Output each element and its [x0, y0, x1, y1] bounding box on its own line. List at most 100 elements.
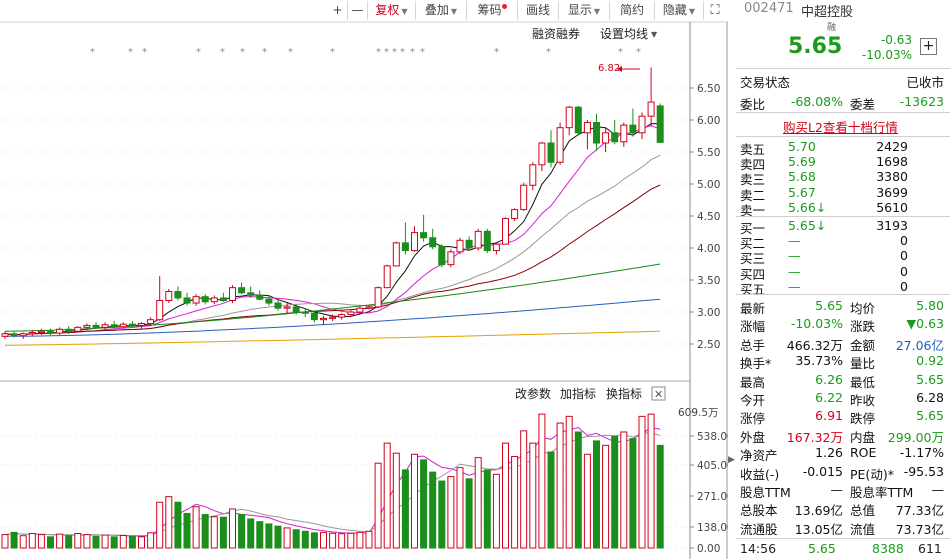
- add-watchlist-button[interactable]: +: [920, 38, 937, 55]
- event-marker-icon[interactable]: *: [546, 47, 551, 58]
- set-ma-button[interactable]: 设置均线: [600, 27, 648, 41]
- bid-level-5-volume: 0: [900, 278, 908, 294]
- volume-tick-label: 0.00: [697, 543, 720, 555]
- volume-bar: [547, 451, 555, 549]
- candle-body: [101, 324, 109, 328]
- candle-body: [156, 299, 164, 321]
- price-tick-label: 2.50: [697, 339, 720, 351]
- ask-level-3-volume: 3380: [876, 169, 908, 185]
- volume-bar: [338, 533, 346, 549]
- event-marker-icon[interactable]: *: [636, 47, 641, 58]
- volume-bar: [401, 469, 409, 549]
- candle-body: [374, 287, 382, 308]
- candle-body: [56, 328, 64, 334]
- stat-value: 1.26: [815, 445, 843, 461]
- price-tick-label: 3.00: [697, 307, 720, 319]
- event-marker-icon[interactable]: *: [376, 47, 381, 58]
- collapse-arrow-icon[interactable]: ▶: [728, 455, 736, 475]
- candle-body: [256, 294, 264, 300]
- volume-bar: [638, 415, 646, 549]
- candle-body: [383, 265, 391, 289]
- stat-label: 量比: [850, 356, 876, 372]
- stat-label: 涨幅: [740, 319, 766, 335]
- candle-body: [347, 311, 355, 316]
- ma-line-60: [4, 263, 661, 332]
- event-marker-icon[interactable]: *: [240, 47, 245, 58]
- event-marker-icon[interactable]: *: [330, 47, 335, 58]
- l2-upgrade-link[interactable]: 购买L2查看十档行情: [783, 117, 898, 136]
- price-change: -0.63: [880, 33, 912, 47]
- volume-tick-label: 271.00: [697, 491, 728, 503]
- stat-value: -0.015: [802, 463, 843, 479]
- stat-label: 最新: [740, 301, 766, 316]
- volume-bar: [174, 501, 182, 549]
- volume-bar: [274, 525, 282, 549]
- edit-params-button[interactable]: 改参数: [515, 386, 551, 401]
- volume-tick-label: 609.5万: [678, 407, 719, 419]
- close-icon: ✕: [654, 388, 663, 401]
- event-marker-icon[interactable]: *: [196, 47, 201, 58]
- volume-bar: [310, 532, 318, 549]
- volume-bar: [56, 533, 64, 549]
- candle-body: [474, 230, 482, 249]
- event-marker-icon[interactable]: *: [494, 47, 499, 58]
- candle-body: [420, 232, 428, 239]
- add-indicator-button[interactable]: 加指标: [560, 386, 596, 401]
- high-marker: 6.82: [598, 63, 640, 74]
- high-value-label: 6.82: [598, 63, 620, 74]
- stat-label: 外盘: [740, 429, 766, 445]
- event-marker-icon[interactable]: *: [262, 47, 267, 58]
- stat-label: 金额: [850, 337, 876, 353]
- event-marker-icon[interactable]: *: [400, 47, 405, 58]
- status-label: 交易状态: [740, 75, 791, 90]
- volume-bar: [538, 413, 546, 549]
- volume-bar: [438, 480, 446, 549]
- event-marker-icon[interactable]: *: [220, 47, 225, 58]
- price-tick-label: 6.50: [697, 83, 720, 95]
- volume-tick-label: 538.00: [697, 431, 728, 443]
- volume-bar: [83, 534, 91, 549]
- candle-body: [320, 317, 327, 321]
- candle-body: [338, 314, 346, 318]
- volume-bar: [502, 442, 509, 549]
- event-marker-icon[interactable]: *: [288, 47, 293, 58]
- bid-level-2-volume: 0: [900, 233, 908, 249]
- stat-label: ROE: [850, 445, 877, 461]
- volume-bar: [229, 508, 236, 549]
- candle-body: [128, 323, 136, 326]
- volume-bar: [483, 469, 491, 549]
- volume-bar: [574, 431, 582, 549]
- candle-body: [638, 115, 646, 134]
- stat-label: 涨跌: [850, 319, 876, 335]
- candle-body: [174, 291, 182, 299]
- event-marker-icon[interactable]: *: [420, 47, 425, 58]
- volume-bar: [28, 532, 36, 549]
- stock-name: 中超控股: [801, 5, 854, 20]
- stat-value: 73.73亿: [895, 521, 944, 537]
- candle-body: [602, 132, 610, 144]
- candle-body: [138, 323, 145, 326]
- volume-tick-label: 405.00: [697, 460, 728, 472]
- stat-label: 涨停: [740, 411, 766, 427]
- volume-bar: [365, 530, 373, 549]
- event-marker-icon[interactable]: *: [384, 47, 389, 58]
- change-indicator-button[interactable]: 换指标: [606, 386, 642, 401]
- event-marker-icon[interactable]: *: [392, 47, 397, 58]
- candle-body: [392, 242, 400, 267]
- event-marker-icon[interactable]: *: [128, 47, 133, 58]
- volume-bar: [411, 453, 418, 549]
- volume-bar: [128, 535, 136, 549]
- event-marker-icon[interactable]: *: [410, 47, 415, 58]
- volume-bar: [492, 473, 500, 549]
- event-marker-icon[interactable]: *: [142, 47, 147, 58]
- stat-label: 内盘: [850, 429, 876, 445]
- volume-bar: [292, 529, 300, 549]
- last-price: 5.65: [788, 34, 843, 59]
- rzrq-link[interactable]: 融资融券: [532, 26, 580, 41]
- volume-bar: [420, 459, 428, 549]
- kline-chart[interactable]: * * * * * * * * * * * * * * * * * * * 6.506.005.505.004.50…: [0, 0, 728, 559]
- event-marker-icon[interactable]: *: [90, 47, 95, 58]
- event-marker-icon[interactable]: *: [618, 47, 623, 58]
- candle-body: [238, 287, 246, 294]
- weicha-label: 委差: [850, 97, 876, 112]
